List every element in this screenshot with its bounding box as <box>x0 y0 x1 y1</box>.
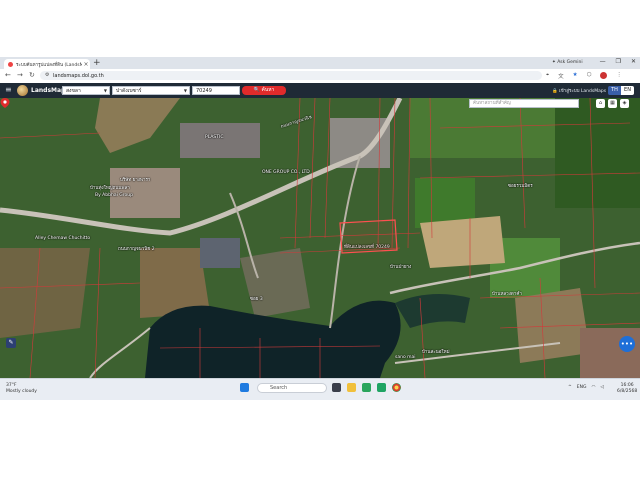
new-tab-button[interactable]: + <box>93 58 101 68</box>
taskbar-apps <box>240 383 249 392</box>
map-imagery <box>0 98 640 378</box>
map-label-sano-mai-th: บ้านสะนอใหม่ <box>422 350 450 355</box>
taskbar-search-label: Search <box>270 385 288 391</box>
location-icon[interactable]: ⌖ <box>546 72 549 80</box>
chevron-down-icon: ▼ <box>103 88 107 93</box>
landmark-search-input[interactable]: ค้นหาสถานที่สำคัญ <box>469 99 579 108</box>
app-header: ≡ LandsMaps สงขลา ▼ ปาดังเบซาร์ ▼ 70249 … <box>0 83 640 98</box>
system-tray: ^ ENG ◠ ◁ <box>568 385 604 390</box>
line-app-icon[interactable] <box>362 383 371 392</box>
tray-chevron-icon[interactable]: ^ <box>568 385 572 390</box>
close-window-icon[interactable]: ✕ <box>631 58 636 65</box>
taskbar-clock[interactable]: 16:06 6/8/2568 <box>617 383 637 395</box>
ask-gemini-button[interactable]: ✦ Ask Gemini <box>552 60 583 65</box>
grid-tool-icon[interactable]: ▦ <box>608 99 617 108</box>
map-label-factory: By Abbhai Group <box>95 193 133 198</box>
maximize-icon[interactable]: ❐ <box>616 58 621 65</box>
profile-avatar[interactable] <box>600 72 608 79</box>
map-label-one-group: ONE GROUP CO., LTD <box>262 170 310 175</box>
menu-dots-icon[interactable]: ⋮ <box>616 72 622 80</box>
landmark-search-placeholder: ค้นหาสถานที่สำคัญ <box>473 101 511 106</box>
map-label-south-road: ซอย 3 <box>250 297 263 302</box>
chevron-down-icon: ▼ <box>183 88 187 93</box>
more-options-fab[interactable]: ••• <box>619 336 635 352</box>
wifi-icon[interactable]: ◠ <box>591 385 595 390</box>
district-value: ปาดังเบซาร์ <box>116 88 142 94</box>
parcel-number-input[interactable]: 70249 <box>192 86 240 95</box>
province-select[interactable]: สงขลา ▼ <box>62 86 110 95</box>
weather-widget[interactable]: 37°F Mostly cloudy <box>6 383 37 394</box>
lang-th-button[interactable]: TH <box>608 86 621 95</box>
dol-logo <box>17 85 28 96</box>
chrome-icon[interactable] <box>392 383 401 392</box>
window-controls: — ❐ ✕ <box>600 58 636 65</box>
bookmark-star-icon[interactable]: ★ <box>573 72 578 80</box>
search-icon: 🔍 <box>253 87 260 93</box>
address-bar: ← → ↻ ⚙ landsmaps.dol.go.th ⌖ 文 ★ ⬡ ⋮ <box>0 69 640 84</box>
volume-icon[interactable]: ◁ <box>600 385 603 390</box>
map-label-east: บ้านหลวงตาคำ <box>492 292 522 297</box>
screen: ระบบค้นหารูปแปลงที่ดิน (LandsMaps) × + ✦… <box>0 57 640 420</box>
url-omnibox[interactable]: ⚙ landsmaps.dol.go.th <box>40 71 542 80</box>
forward-icon[interactable]: → <box>17 71 23 79</box>
excel-icon[interactable] <box>377 383 386 392</box>
browser-tab-bar: ระบบค้นหารูปแปลงที่ดิน (LandsMaps) × + ✦… <box>0 57 640 69</box>
hamburger-menu-icon[interactable]: ≡ <box>5 85 12 94</box>
ask-gemini-label: Ask Gemini <box>557 60 583 65</box>
map-label-alley: Alley Chemaw Chuchitto <box>35 236 91 241</box>
province-value: สงขลา <box>66 88 81 94</box>
taskbar-search-box[interactable]: Search <box>257 383 327 393</box>
home-icon[interactable]: ⌂ <box>596 99 605 108</box>
tray-lang[interactable]: ENG <box>577 385 587 390</box>
reload-icon[interactable]: ↻ <box>29 71 35 79</box>
site-info-icon[interactable]: ⚙ <box>45 72 49 78</box>
map-label-school: บ้านทุ่งใหญ่ถนนพลา <box>90 186 130 191</box>
language-toggle: TH EN <box>608 86 634 95</box>
district-select[interactable]: ปาดังเบซาร์ ▼ <box>112 86 190 95</box>
map-label-plastic: PLASTIC <box>205 135 224 140</box>
layers-icon[interactable]: ◈ <box>620 99 629 108</box>
clock-date: 6/8/2568 <box>617 389 638 394</box>
search-button-label: ค้นหา <box>261 87 275 93</box>
satellite-map[interactable]: PLASTIC ONE GROUP CO., LTD ถนนกาญจนวนิช … <box>0 98 640 378</box>
map-label-soi: ซอยรวมมิตร <box>508 184 533 189</box>
parcel-pin-icon[interactable] <box>0 98 10 108</box>
map-label-sano-mai: sano mai <box>395 355 416 360</box>
translate-icon[interactable]: 文 <box>558 72 564 80</box>
map-label-village: บ้านป่ายาง <box>390 265 412 270</box>
map-label-highway: ถนนกาญจนวนิช 2 <box>118 247 155 252</box>
file-explorer-icon[interactable] <box>347 383 356 392</box>
browser-toolbar-icons: ⌖ 文 ★ ⬡ ⋮ <box>546 72 622 80</box>
back-icon[interactable]: ← <box>5 71 11 79</box>
browser-tab[interactable]: ระบบค้นหารูปแปลงที่ดิน (LandsMaps) × <box>4 59 90 69</box>
map-label-west-building: บริษัท ยางพารา <box>120 178 151 183</box>
windows-start-icon[interactable] <box>240 383 249 392</box>
tab-title: ระบบค้นหารูปแปลงที่ดิน (LandsMaps) <box>16 62 82 68</box>
weather-temp: 37°F <box>6 383 17 388</box>
minimize-icon[interactable]: — <box>600 58 606 65</box>
lang-en-button[interactable]: EN <box>621 86 634 95</box>
portal-login-link[interactable]: 🔒 เข้าสู่ระบบ LandsMaps <box>552 87 606 94</box>
search-button[interactable]: 🔍 ค้นหา <box>242 86 286 95</box>
extension-icon[interactable]: ⬡ <box>587 72 592 80</box>
landsmaps-favicon-icon <box>8 61 13 67</box>
clock-time: 16:06 <box>620 383 634 388</box>
weather-desc: Mostly cloudy <box>6 388 37 394</box>
windows-taskbar: 37°F Mostly cloudy Search ^ ENG ◠ ◁ 16:0… <box>0 378 640 400</box>
close-tab-icon[interactable]: × <box>82 61 90 68</box>
taskbar-pinned-apps <box>332 383 401 392</box>
url-text: landsmaps.dol.go.th <box>53 72 104 79</box>
parcel-number-value: 70249 <box>196 88 212 94</box>
measure-tool-icon[interactable]: ✎ <box>6 338 16 348</box>
task-view-icon[interactable] <box>332 383 341 392</box>
map-label-parcel: ที่ดินแปลงเลขที่ 70249 <box>344 245 390 250</box>
portal-link-label: เข้าสู่ระบบ LandsMaps <box>559 89 607 94</box>
